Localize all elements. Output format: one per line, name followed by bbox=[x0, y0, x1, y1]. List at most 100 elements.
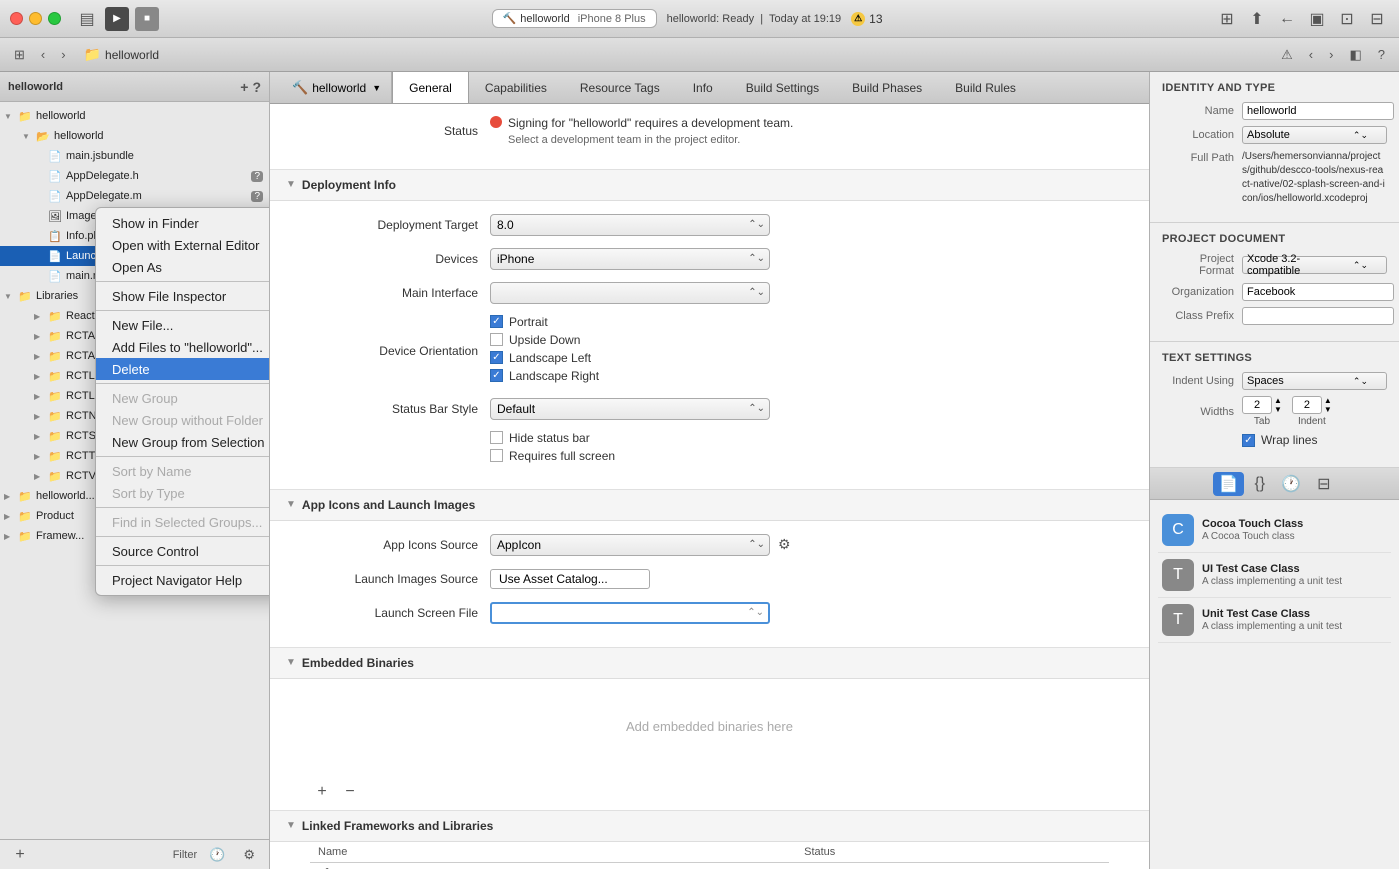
name-input[interactable] bbox=[1242, 102, 1394, 120]
scheme-selector[interactable]: 🔨 helloworld iPhone 8 Plus bbox=[492, 9, 657, 28]
back-icon[interactable]: ← bbox=[1275, 7, 1299, 31]
tab-stepper[interactable]: ▲▼ bbox=[1274, 396, 1282, 414]
launch-screen-input[interactable]: ⌃⌄ bbox=[490, 602, 770, 624]
ctx-add-files[interactable]: Add Files to "helloworld"... bbox=[96, 336, 270, 358]
share-icon[interactable]: ⬆ bbox=[1245, 7, 1269, 31]
ctx-sort-by-type: Sort by Type bbox=[96, 482, 270, 504]
class-prefix-input[interactable] bbox=[1242, 307, 1394, 325]
sidebar: helloworld + ? ▼ 📁 helloworld ▼ 📂 hellow… bbox=[0, 72, 270, 869]
sidebar-item-main-jsbundle[interactable]: 📄 main.jsbundle bbox=[0, 146, 269, 166]
fullscreen-button[interactable] bbox=[48, 12, 61, 25]
forward-nav-button[interactable]: › bbox=[55, 45, 71, 64]
ctx-show-file-inspector[interactable]: Show File Inspector bbox=[96, 285, 270, 307]
ctx-project-navigator-help[interactable]: Project Navigator Help bbox=[96, 569, 270, 591]
add-embedded-button[interactable]: + bbox=[310, 780, 334, 804]
rb-tab-code[interactable]: {} bbox=[1248, 473, 1271, 495]
warning-nav-icon[interactable]: ⚠ bbox=[1275, 45, 1299, 65]
arrow-icon: ▶ bbox=[4, 492, 14, 501]
add-sidebar-icon[interactable]: + bbox=[240, 79, 248, 95]
sidebar-item-appdelegate-m[interactable]: 📄 AppDelegate.m ? bbox=[0, 186, 269, 206]
ctx-new-file[interactable]: New File... bbox=[96, 314, 270, 336]
tab-resource-tags[interactable]: Resource Tags bbox=[564, 72, 677, 103]
remove-embedded-button[interactable]: − bbox=[338, 780, 362, 804]
sidebar-item-helloworld[interactable]: ▼ 📂 helloworld bbox=[0, 126, 269, 146]
rb-tab-bookmark[interactable]: ⊟ bbox=[1311, 472, 1336, 496]
stop-button[interactable]: ■ bbox=[135, 7, 159, 31]
navigator-toggle[interactable]: ⊞ bbox=[8, 45, 31, 65]
ctx-delete[interactable]: Delete bbox=[96, 358, 270, 380]
filter-icon[interactable]: ⚙ bbox=[237, 845, 261, 865]
panel-toggle[interactable]: ▣ bbox=[1305, 7, 1329, 31]
close-button[interactable] bbox=[10, 12, 23, 25]
right-panel-icon[interactable]: ◧ bbox=[1343, 45, 1367, 65]
titlebar-center: 🔨 helloworld iPhone 8 Plus helloworld: R… bbox=[167, 9, 1207, 28]
tab-build-phases[interactable]: Build Phases bbox=[836, 72, 939, 103]
warning-indicator[interactable]: ⚠ 13 bbox=[851, 12, 882, 26]
arrow-icon: ▶ bbox=[34, 352, 44, 361]
sidebar-item-helloworld-root[interactable]: ▼ 📁 helloworld bbox=[0, 106, 269, 126]
tab-width-input[interactable] bbox=[1242, 396, 1272, 414]
badge: ? bbox=[251, 191, 263, 202]
landscape-left-checkbox[interactable]: ✓ bbox=[490, 351, 503, 364]
indent-width-input[interactable] bbox=[1292, 396, 1322, 414]
sidebar-item-appdelegate-h[interactable]: 📄 AppDelegate.h ? bbox=[0, 166, 269, 186]
tab-build-rules[interactable]: Build Rules bbox=[939, 72, 1033, 103]
assistant-icon[interactable]: ⊡ bbox=[1335, 7, 1359, 31]
ctx-show-in-finder[interactable]: Show in Finder bbox=[96, 212, 270, 234]
embedded-binaries-header[interactable]: ▼ Embedded Binaries bbox=[270, 648, 1149, 679]
devices-select[interactable]: iPhone ⌃⌄ bbox=[490, 248, 770, 270]
tab-general[interactable]: General bbox=[392, 72, 469, 103]
wrap-lines-checkbox[interactable]: ✓ bbox=[1242, 434, 1255, 447]
next-issue-button[interactable]: › bbox=[1323, 45, 1339, 64]
gear-icon[interactable]: ⚙ bbox=[778, 536, 791, 553]
location-select[interactable]: Absolute ⌃⌄ bbox=[1242, 126, 1387, 144]
sidebar-toggle-button[interactable]: ▤ bbox=[75, 7, 99, 31]
add-file-button[interactable]: + bbox=[8, 843, 32, 867]
linked-frameworks-header[interactable]: ▼ Linked Frameworks and Libraries bbox=[270, 811, 1149, 842]
device-orientation-row: Device Orientation ✓ Portrait Upside Dow… bbox=[310, 315, 1109, 387]
deployment-target-select[interactable]: 8.0 ⌃⌄ bbox=[490, 214, 770, 236]
template-item-cocoa[interactable]: C Cocoa Touch Class A Cocoa Touch class bbox=[1158, 508, 1391, 553]
deployment-section-header[interactable]: ▼ Deployment Info bbox=[270, 170, 1149, 201]
landscape-right-checkbox[interactable]: ✓ bbox=[490, 369, 503, 382]
format-select[interactable]: Xcode 3.2-compatible ⌃⌄ bbox=[1242, 256, 1387, 274]
help-icon[interactable]: ? bbox=[1372, 45, 1391, 64]
history-icon[interactable]: 🕐 bbox=[203, 845, 231, 865]
rb-tab-file[interactable]: 📄 bbox=[1213, 472, 1245, 496]
ctx-open-external[interactable]: Open with External Editor bbox=[96, 234, 270, 256]
sidebar-options-icon[interactable]: ? bbox=[252, 79, 261, 95]
tab-capabilities[interactable]: Capabilities bbox=[469, 72, 564, 103]
rb-tab-history[interactable]: 🕐 bbox=[1275, 472, 1307, 496]
tab-project[interactable]: 🔨 helloworld ▼ bbox=[282, 72, 392, 103]
org-input[interactable] bbox=[1242, 283, 1394, 301]
launch-images-button[interactable]: Use Asset Catalog... bbox=[490, 569, 650, 589]
prev-issue-button[interactable]: ‹ bbox=[1303, 45, 1319, 64]
template-item-unittest[interactable]: T Unit Test Case Class A class implement… bbox=[1158, 598, 1391, 643]
template-unittest-name: Unit Test Case Class bbox=[1202, 608, 1387, 620]
indent-stepper[interactable]: ▲▼ bbox=[1324, 396, 1332, 414]
indent-select[interactable]: Spaces ⌃⌄ bbox=[1242, 372, 1387, 390]
app-icons-source-row: App Icons Source AppIcon ⌃⌄ ⚙ bbox=[310, 533, 1109, 557]
sidebar-bottom: + Filter 🕐 ⚙ bbox=[0, 839, 269, 869]
back-nav-button[interactable]: ‹ bbox=[35, 45, 51, 64]
status-bar-select[interactable]: Default ⌃⌄ bbox=[490, 398, 770, 420]
full-screen-checkbox[interactable] bbox=[490, 449, 503, 462]
app-icons-section-header[interactable]: ▼ App Icons and Launch Images bbox=[270, 490, 1149, 521]
ctx-source-control[interactable]: Source Control ▶ bbox=[96, 540, 270, 562]
app-icons-source-select[interactable]: AppIcon ⌃⌄ bbox=[490, 534, 770, 556]
triangle-icon: ▼ bbox=[286, 179, 296, 190]
template-item-uitest[interactable]: T UI Test Case Class A class implementin… bbox=[1158, 553, 1391, 598]
portrait-checkbox[interactable]: ✓ bbox=[490, 315, 503, 328]
main-interface-select[interactable]: ⌃⌄ bbox=[490, 282, 770, 304]
grid-icon[interactable]: ⊞ bbox=[1215, 7, 1239, 31]
ctx-new-group-from-selection[interactable]: New Group from Selection bbox=[96, 431, 270, 453]
version-icon[interactable]: ⊟ bbox=[1365, 7, 1389, 31]
tab-build-settings[interactable]: Build Settings bbox=[730, 72, 836, 103]
ctx-open-as[interactable]: Open As ▶ bbox=[96, 256, 270, 278]
minimize-button[interactable] bbox=[29, 12, 42, 25]
tab-info[interactable]: Info bbox=[677, 72, 730, 103]
upside-down-checkbox[interactable] bbox=[490, 333, 503, 346]
table-row[interactable]: 🏛libRCTBlob.a Required ⌃⌄ bbox=[310, 862, 1109, 869]
hide-status-bar-checkbox[interactable] bbox=[490, 431, 503, 444]
run-button[interactable]: ▶ bbox=[105, 7, 129, 31]
